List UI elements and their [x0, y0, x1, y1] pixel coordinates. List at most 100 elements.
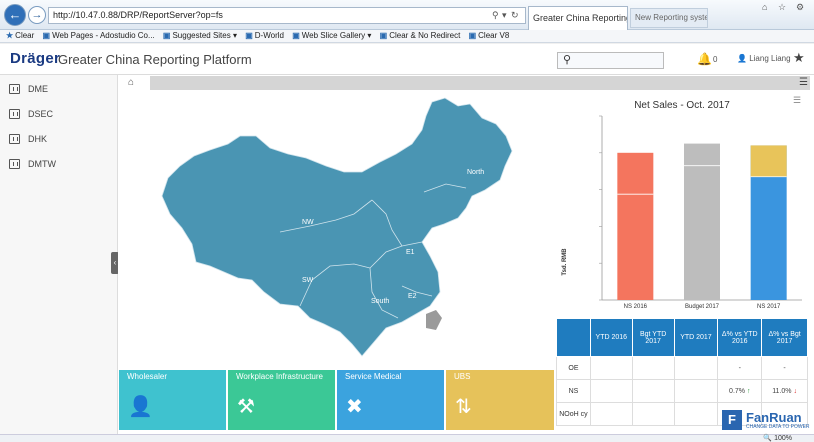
table-cell: -: [717, 356, 763, 380]
bell-icon[interactable]: 🔔: [697, 52, 712, 66]
star-icon[interactable]: ☆: [778, 2, 786, 13]
zoom-value: 100%: [774, 435, 792, 442]
brand-logo: Dräger: [10, 50, 61, 67]
page-icon: ▣: [292, 31, 300, 40]
back-button[interactable]: ←: [4, 4, 26, 26]
region-label-south: South: [371, 298, 389, 305]
fanruan-watermark: F FanRuan CHANGE DATA TO POWER: [722, 410, 810, 432]
page-icon: ▣: [162, 31, 171, 40]
app-header: Dräger Greater China Reporting Platform …: [0, 44, 814, 75]
sidebar-item-label: DHK: [28, 134, 48, 144]
address-bar[interactable]: http://10.47.0.88/DRP/ReportServer?op=fs…: [48, 7, 526, 24]
delta-value: 0.7%: [729, 387, 746, 395]
table-cell: [673, 379, 719, 403]
chart-y-axis-label: Tsd. RMB: [562, 248, 568, 276]
search-icon[interactable]: ⚲: [492, 8, 499, 23]
table-cell: [589, 356, 633, 380]
fav-item[interactable]: ▣ Web Pages - Adostudio Co...: [43, 30, 155, 42]
hamburger-menu-icon[interactable]: ☰: [799, 77, 808, 88]
watermark-tagline: CHANGE DATA TO POWER: [746, 424, 810, 430]
browser-tab-active[interactable]: Greater China Reporting Pla...: [528, 6, 628, 30]
favorite-star-icon[interactable]: ★: [793, 50, 805, 66]
business-unit-tiles: Wholesaler 👤 Workplace Infrastructure ⚒ …: [119, 370, 554, 430]
sidebar-item-dhk[interactable]: DHK: [0, 127, 118, 152]
chart-menu-icon[interactable]: ☰: [793, 95, 801, 106]
tile-ubs[interactable]: UBS ⇅: [446, 370, 554, 430]
arrow-up-icon: ↑: [746, 387, 751, 395]
table-cell: [631, 379, 675, 403]
browser-tab-inactive[interactable]: New Reporting system pro...: [630, 8, 708, 28]
map-regions: [161, 97, 513, 357]
chart-bar: [684, 143, 720, 300]
hainan-island[interactable]: [426, 310, 442, 330]
arrow-down-icon: ↓: [793, 387, 797, 395]
sidebar-item-dme[interactable]: DME: [0, 77, 118, 102]
user-menu[interactable]: 👤 Liang Liang: [737, 54, 791, 63]
dashboard-icon: [9, 84, 20, 94]
page-icon: ▣: [42, 31, 51, 40]
table-row: NS 0.7% ↑ 11.0% ↓: [556, 379, 808, 403]
tile-wholesaler[interactable]: Wholesaler 👤: [119, 370, 226, 430]
fav-item[interactable]: ★ Clear: [6, 30, 34, 42]
fav-item[interactable]: ▣ Suggested Sites ▾: [163, 30, 237, 42]
chart-x-tick-label: NS 2017: [757, 304, 781, 310]
report-tabstrip: [150, 76, 810, 90]
fav-label: Web Pages - Adostudio Co...: [52, 31, 155, 40]
table-row: OE - -: [556, 356, 808, 380]
chevron-left-icon: ‹: [113, 258, 117, 267]
tile-label: Wholesaler: [127, 372, 168, 381]
chart-title: Net Sales - Oct. 2017: [634, 100, 730, 111]
region-label-nw: NW: [302, 219, 314, 226]
refresh-icon[interactable]: ↻: [511, 8, 519, 23]
dropdown-icon[interactable]: ▾: [502, 8, 507, 23]
wrench-icon: ✖: [346, 396, 363, 418]
browser-toolbar: ← → http://10.47.0.88/DRP/ReportServer?o…: [0, 0, 814, 30]
dashboard-icon: [9, 134, 20, 144]
exchange-icon: ⇅: [455, 396, 472, 418]
user-icon: 👤: [128, 396, 153, 418]
table-cell: 0.7% ↑: [717, 379, 763, 403]
region-label-e1: E1: [406, 249, 415, 256]
gear-icon[interactable]: ⚙: [796, 2, 804, 13]
table-row-label: OE: [556, 356, 591, 380]
map-outline[interactable]: [161, 97, 513, 357]
status-bar: 🔍 100%: [0, 434, 814, 442]
fav-item[interactable]: ▣ D-World: [245, 30, 284, 42]
table-header-cell: Δ% vs YTD 2016: [717, 318, 763, 357]
fav-label: Web Slice Gallery ▾: [301, 31, 372, 40]
sidebar: DME DSEC DHK DMTW: [0, 75, 118, 435]
fav-item[interactable]: ▣ Web Slice Gallery ▾: [292, 30, 371, 42]
forward-button[interactable]: →: [28, 6, 46, 24]
delta-value: 11.0%: [772, 387, 792, 395]
table-header-cell: Δ% vs Bgt 2017: [761, 318, 808, 357]
user-name: Liang Liang: [749, 54, 791, 63]
address-text: http://10.47.0.88/DRP/ReportServer?op=fs: [53, 10, 223, 20]
net-sales-chart: Net Sales - Oct. 2017 Tsd. RMB NS 2016 Bu…: [562, 100, 802, 310]
chart-bar-segment: [750, 145, 787, 177]
table-header-row: YTD 2016 Bgt YTD 2017 YTD 2017 Δ% vs YTD…: [556, 318, 808, 357]
zoom-level[interactable]: 🔍 100%: [763, 435, 792, 442]
tile-label: UBS: [454, 372, 471, 381]
tile-service-medical[interactable]: Service Medical ✖: [337, 370, 444, 430]
tools-icon: ⚒: [237, 396, 255, 418]
table-cell: [673, 356, 719, 380]
user-icon: 👤: [737, 54, 747, 63]
tile-workplace-infrastructure[interactable]: Workplace Infrastructure ⚒: [228, 370, 335, 430]
fav-item[interactable]: ▣ Clear V8: [469, 30, 510, 42]
table-cell: [631, 402, 675, 426]
search-input[interactable]: ⚲: [557, 52, 664, 69]
tile-label: Service Medical: [345, 372, 402, 381]
home-icon[interactable]: ⌂: [128, 77, 134, 88]
table-header-cell: [556, 318, 591, 357]
table-cell: [589, 379, 633, 403]
fav-item[interactable]: ▣ Clear & No Redirect: [380, 30, 461, 42]
table-cell: [673, 402, 719, 426]
sidebar-item-label: DSEC: [28, 109, 54, 119]
sidebar-item-dsec[interactable]: DSEC: [0, 102, 118, 127]
home-icon[interactable]: ⌂: [762, 2, 767, 12]
fav-label: Clear & No Redirect: [389, 31, 461, 40]
table-cell: [631, 356, 675, 380]
tile-label: Workplace Infrastructure: [236, 372, 323, 381]
region-label-e2: E2: [408, 293, 417, 300]
sidebar-item-dmtw[interactable]: DMTW: [0, 152, 118, 177]
